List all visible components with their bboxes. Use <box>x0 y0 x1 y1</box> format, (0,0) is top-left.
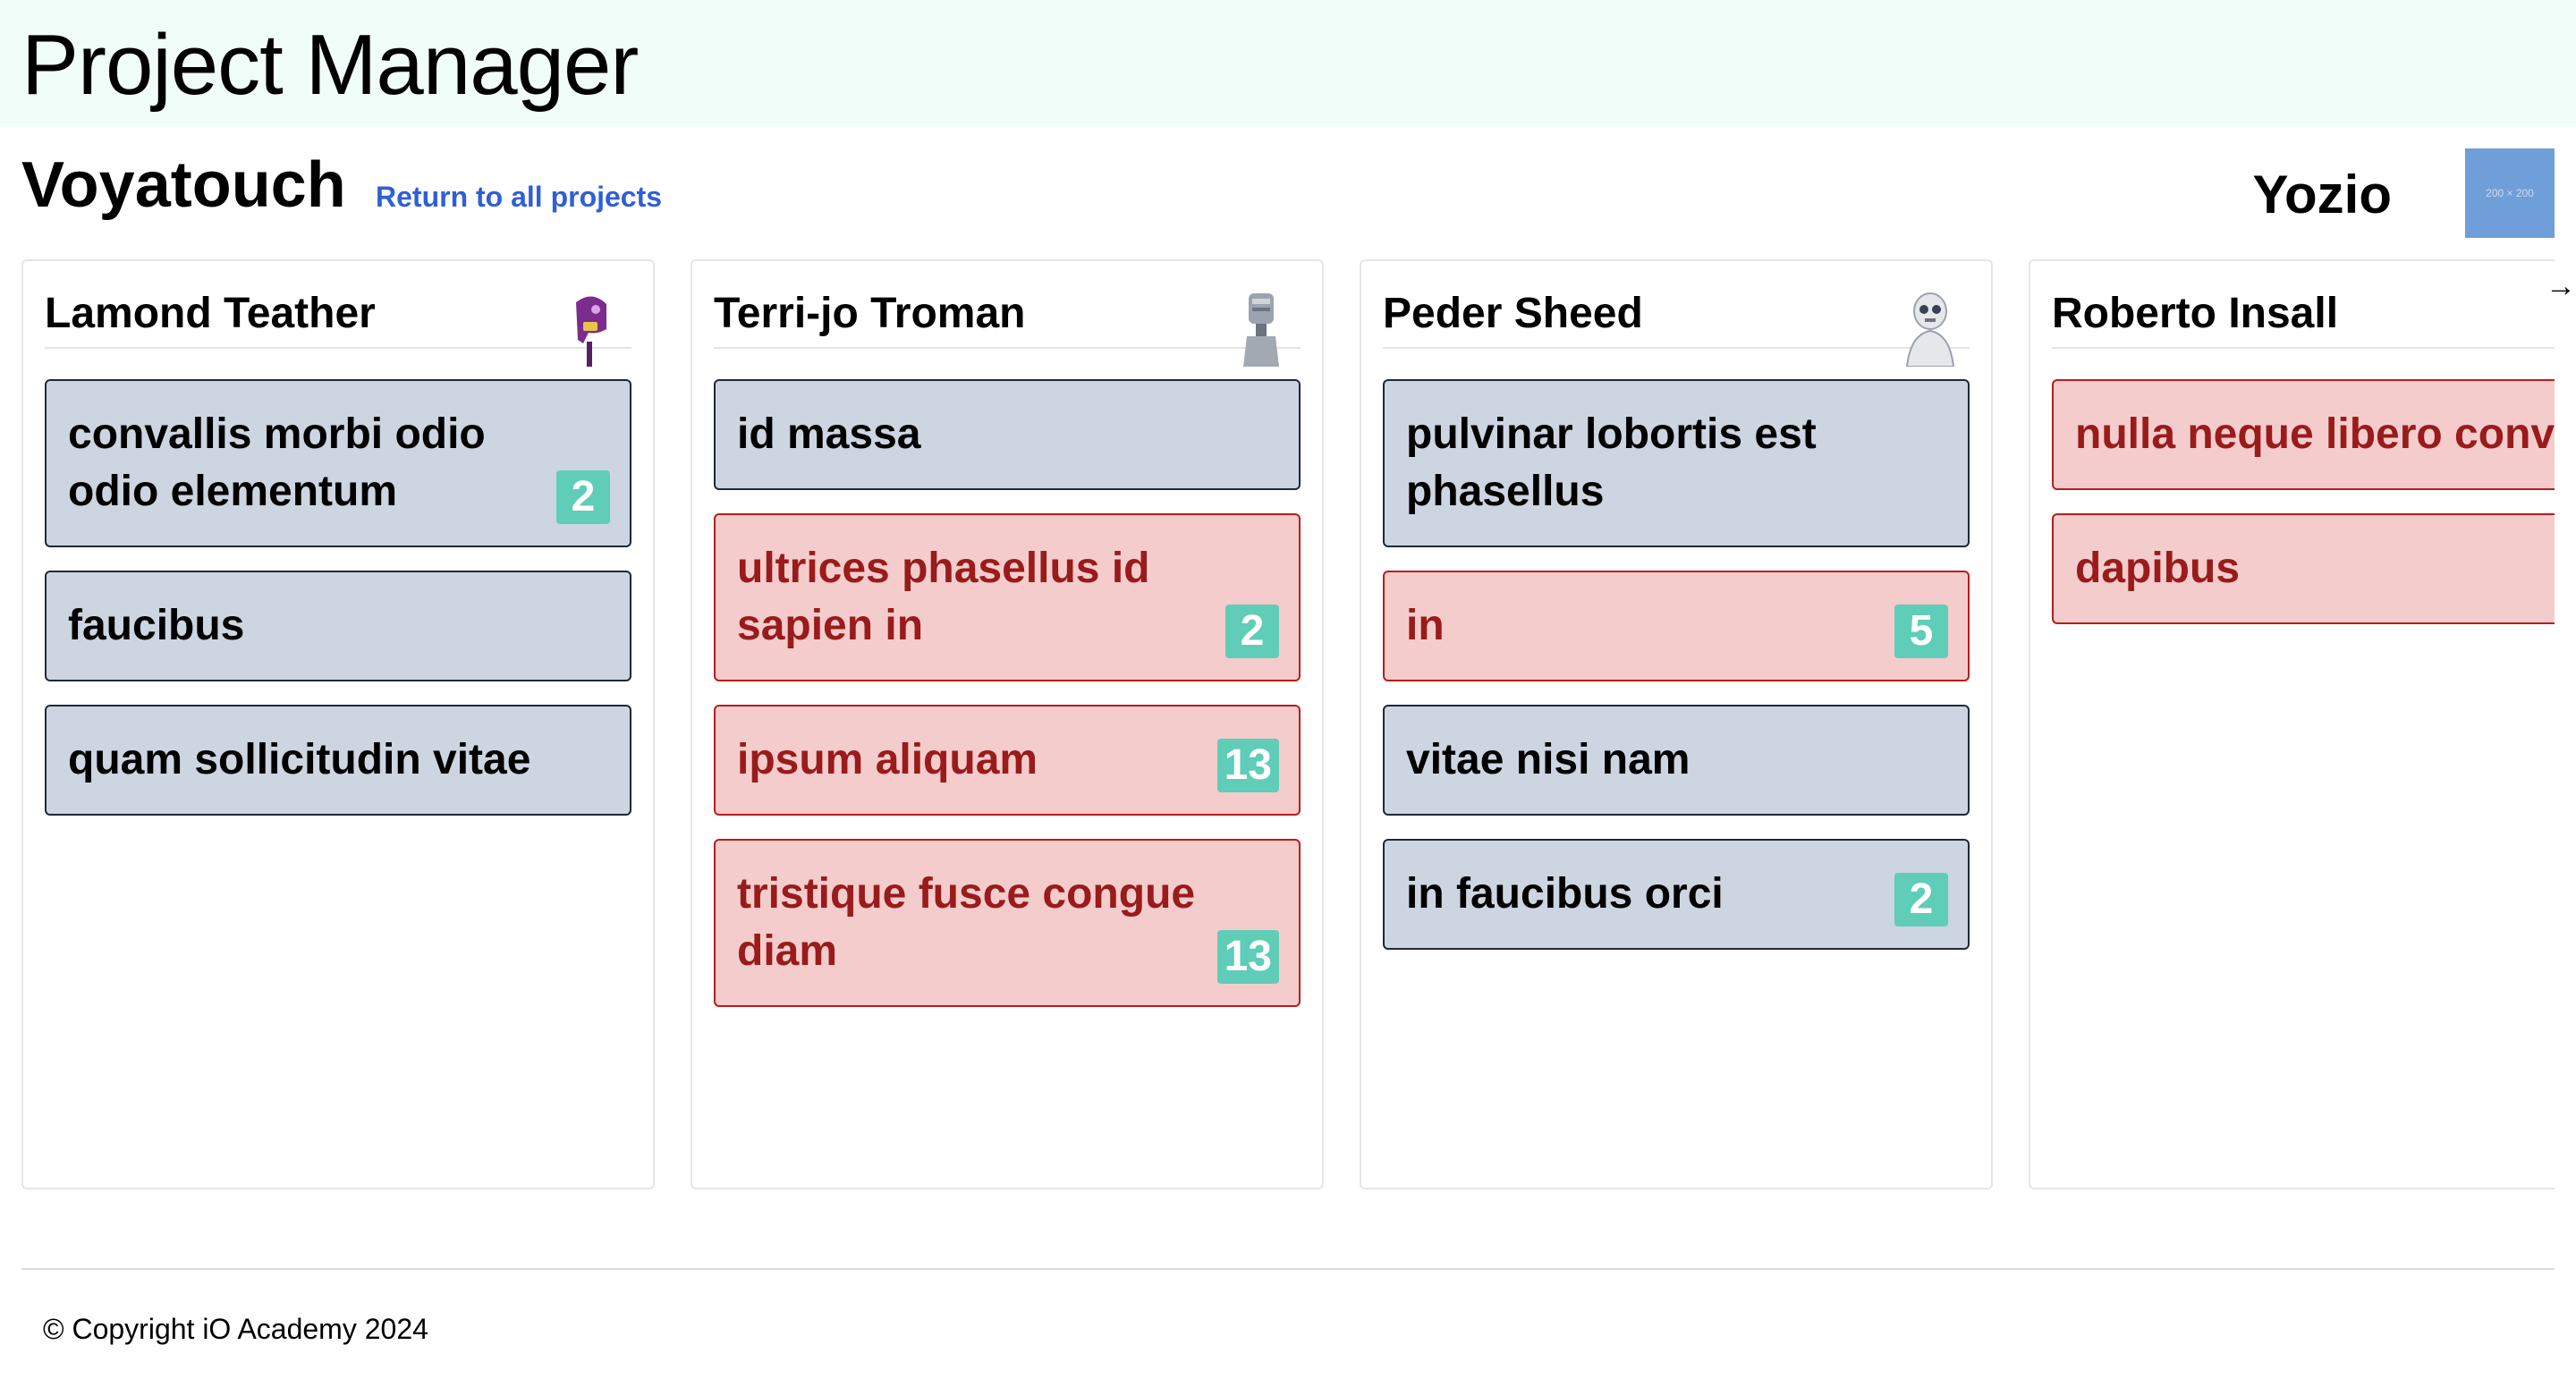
task-card[interactable]: in faucibus orci 2 <box>1383 839 1970 950</box>
column-header: Roberto Insall <box>2052 286 2555 349</box>
client-logo: 200 × 200 <box>2465 148 2555 238</box>
client-name: Yozio <box>2252 165 2392 224</box>
task-title: in faucibus orci <box>1406 870 1724 918</box>
task-card-overdue[interactable]: in 5 <box>1383 571 1970 681</box>
scroll-right-arrow-icon[interactable]: → <box>2546 268 2576 304</box>
column-title: Lamond Teather <box>45 290 376 337</box>
task-days-badge: 2 <box>1894 873 1948 926</box>
footer-divider <box>21 1268 2555 1270</box>
task-days-badge: 5 <box>1894 605 1948 658</box>
column-header: Peder Sheed <box>1383 286 1970 367</box>
task-list: id massa ultrices phasellus id sapien in… <box>714 379 1301 1030</box>
user-column: Lamond Teather convallis morbi odio odio… <box>21 259 655 1189</box>
task-title: quam sollicitudin vitae <box>68 736 531 783</box>
task-title: in <box>1406 602 1445 649</box>
task-days-badge: 13 <box>1216 739 1279 792</box>
task-list: convallis morbi odio odio elementum 2 fa… <box>45 379 631 839</box>
column-title: Roberto Insall <box>2052 290 2339 337</box>
task-title: id massa <box>737 410 921 458</box>
task-days-badge: 13 <box>1216 930 1279 984</box>
task-card-overdue[interactable]: tristique fusce congue diam 13 <box>714 839 1301 1007</box>
task-title: ipsum aliquam <box>737 736 1038 783</box>
task-card[interactable]: convallis morbi odio odio elementum 2 <box>45 379 631 547</box>
task-list: pulvinar lobortis est phasellus in 5 vit… <box>1383 379 1970 973</box>
task-days-badge: 2 <box>1225 605 1279 658</box>
app-title: Project Manager <box>21 17 639 113</box>
task-card-overdue[interactable]: ipsum aliquam 13 <box>714 705 1301 816</box>
column-title: Peder Sheed <box>1383 290 1643 337</box>
task-title: convallis morbi odio odio elementum <box>68 410 486 515</box>
task-card[interactable]: pulvinar lobortis est phasellus <box>1383 379 1970 547</box>
task-card[interactable]: vitae nisi nam <box>1383 705 1970 816</box>
purple-robot-avatar-icon <box>576 296 606 367</box>
task-title: pulvinar lobortis est phasellus <box>1406 410 1817 515</box>
return-to-projects-link[interactable]: Return to all projects <box>376 181 662 214</box>
task-board[interactable]: Lamond Teather convallis morbi odio odio… <box>21 259 2555 1193</box>
user-column: Peder Sheed pulvinar lobortis est phasel… <box>1360 259 1993 1189</box>
column-header: Terri-jo Troman <box>714 286 1301 367</box>
column-title: Terri-jo Troman <box>714 290 1026 337</box>
column-header: Lamond Teather <box>45 286 631 367</box>
task-title: dapibus <box>2075 545 2241 592</box>
task-title: vitae nisi nam <box>1406 736 1690 783</box>
task-card-overdue[interactable]: ultrices phasellus id sapien in 2 <box>714 513 1301 681</box>
task-list: nulla neque libero convallis dapibus <box>2052 379 2555 647</box>
project-bar: Voyatouch Return to all projects Yozio 2… <box>0 127 2576 261</box>
grey-robot-avatar-icon <box>1243 293 1279 367</box>
app-header: Project Manager <box>0 0 2576 127</box>
task-card[interactable]: id massa <box>714 379 1301 490</box>
footer-copyright: © Copyright iO Academy 2024 <box>43 1313 428 1345</box>
user-column: Roberto Insall nulla neque libero conval… <box>2029 259 2555 1189</box>
task-title: ultrices phasellus id sapien in <box>737 545 1150 649</box>
task-title: nulla neque libero convallis <box>2075 410 2555 458</box>
task-title: tristique fusce congue diam <box>737 870 1196 975</box>
task-title: faucibus <box>68 602 245 649</box>
project-name: Voyatouch <box>21 149 346 221</box>
white-robot-avatar-icon <box>1905 292 1955 367</box>
task-card[interactable]: quam sollicitudin vitae <box>45 705 631 816</box>
user-column: Terri-jo Troman id massa ultrices phasel… <box>691 259 1324 1189</box>
task-card-overdue[interactable]: dapibus <box>2052 513 2555 624</box>
task-card-overdue[interactable]: nulla neque libero convallis <box>2052 379 2555 490</box>
task-card[interactable]: faucibus <box>45 571 631 681</box>
task-days-badge: 2 <box>556 470 610 524</box>
